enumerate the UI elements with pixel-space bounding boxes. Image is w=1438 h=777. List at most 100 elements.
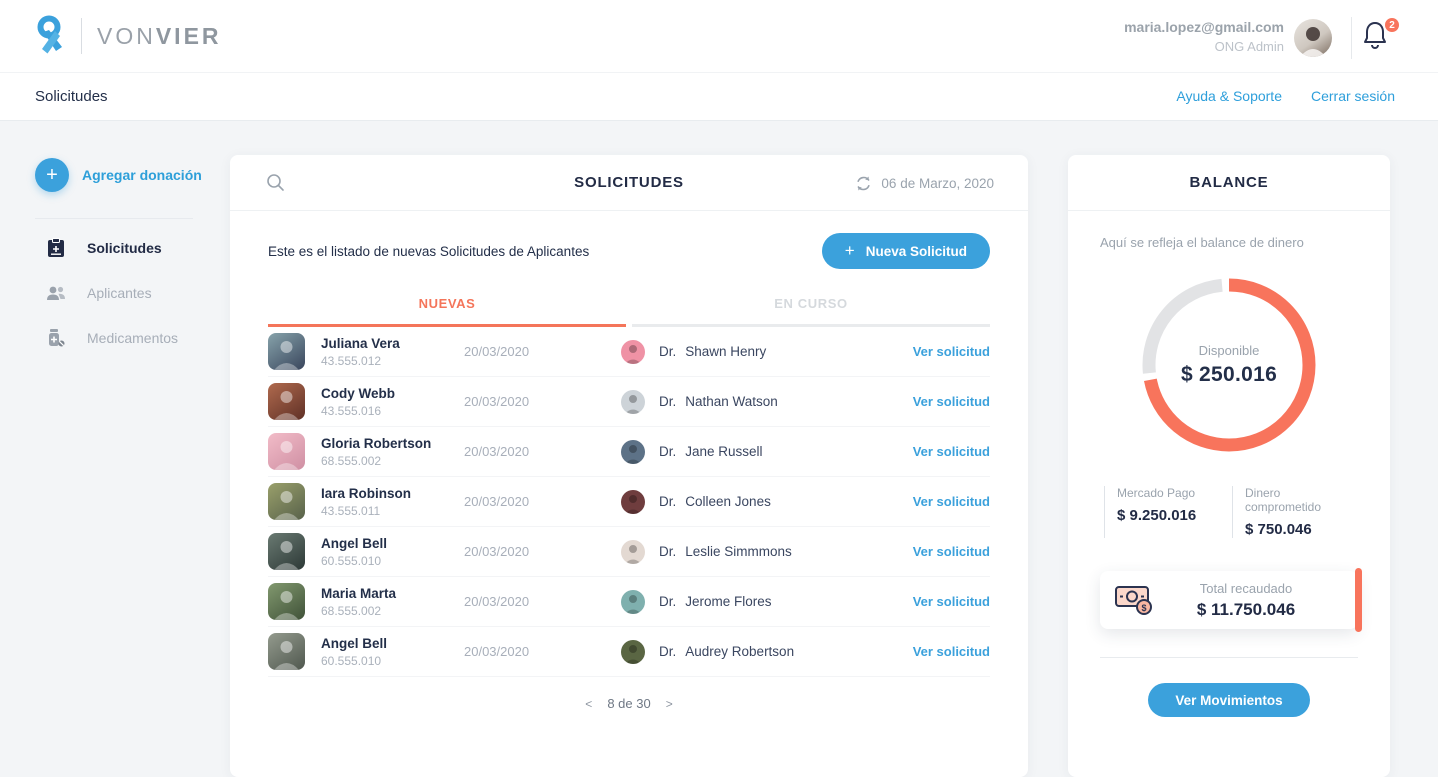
account-info: maria.lopez@gmail.com ONG Admin bbox=[1124, 19, 1284, 54]
sidebar-divider bbox=[35, 218, 193, 219]
add-donation-button[interactable]: + Agregar donación bbox=[35, 158, 202, 192]
view-request-link[interactable]: Ver solicitud bbox=[913, 494, 990, 509]
sidebar-menu: Solicitudes Aplicantes Medicamentos bbox=[46, 236, 178, 350]
logo-divider bbox=[81, 18, 82, 54]
donut-value: $ 250.016 bbox=[1180, 363, 1278, 386]
sub-header: Solicitudes Ayuda & Soporte Cerrar sesió… bbox=[0, 72, 1438, 120]
panel-date: 06 de Marzo, 2020 bbox=[881, 175, 994, 191]
stat-dinero-comprometido: Dinero comprometido $ 750.046 bbox=[1232, 486, 1358, 538]
ribbon-logo-icon bbox=[37, 15, 62, 54]
breadcrumb: Solicitudes bbox=[35, 88, 108, 105]
applicant-id: 43.555.012 bbox=[321, 353, 382, 368]
solicitudes-panel: SOLICITUDES 06 de Marzo, 2020 Este es el… bbox=[230, 155, 1028, 777]
doctor-prefix: Dr. bbox=[659, 494, 677, 509]
sidebar-item-medicamentos[interactable]: Medicamentos bbox=[46, 326, 178, 350]
applicant-id: 60.555.010 bbox=[321, 553, 382, 568]
tabs: NUEVAS EN CURSO bbox=[268, 296, 990, 327]
request-date: 20/03/2020 bbox=[464, 544, 530, 559]
applicant-avatar bbox=[268, 533, 305, 570]
pagination: < 8 de 30 > bbox=[268, 696, 990, 711]
solicitudes-panel-header: SOLICITUDES 06 de Marzo, 2020 bbox=[230, 155, 1028, 211]
list-subtitle: Este es el listado de nuevas Solicitudes… bbox=[268, 243, 590, 259]
applicant-name: Cody Webb bbox=[321, 385, 395, 401]
new-solicitud-button[interactable]: + Nueva Solicitud bbox=[821, 233, 990, 269]
request-date: 20/03/2020 bbox=[464, 494, 530, 509]
tab-nuevas[interactable]: NUEVAS bbox=[268, 296, 626, 327]
doctor-name: Jerome Flores bbox=[685, 594, 772, 609]
view-request-link[interactable]: Ver solicitud bbox=[913, 594, 990, 609]
refresh-icon[interactable] bbox=[855, 175, 872, 192]
doctor-prefix: Dr. bbox=[659, 594, 677, 609]
people-icon bbox=[46, 284, 66, 302]
svg-text:$: $ bbox=[1141, 603, 1146, 613]
applicant-id: 68.555.002 bbox=[321, 603, 382, 618]
balance-donut-chart: Disponible $ 250.016 bbox=[1140, 276, 1318, 454]
request-date: 20/03/2020 bbox=[464, 344, 530, 359]
doctor-avatar bbox=[621, 389, 645, 414]
doctor-avatar bbox=[621, 639, 645, 664]
plus-icon: + bbox=[35, 158, 69, 192]
doctor-avatar bbox=[621, 439, 645, 464]
user-role: ONG Admin bbox=[1214, 39, 1284, 54]
table-row: Angel Bell 60.555.010 20/03/2020 Dr. Audr… bbox=[268, 627, 990, 677]
doctor-name: Jane Russell bbox=[685, 444, 763, 459]
pagination-prev[interactable]: < bbox=[585, 697, 592, 711]
applicant-id: 43.555.016 bbox=[321, 403, 382, 418]
money-icon: $ bbox=[1114, 583, 1166, 617]
balance-stats: Mercado Pago $ 9.250.016 Dinero comprome… bbox=[1104, 486, 1358, 538]
sidebar-item-label: Medicamentos bbox=[87, 330, 179, 346]
doctor-name: Nathan Watson bbox=[685, 394, 778, 409]
request-date: 20/03/2020 bbox=[464, 644, 530, 659]
applicant-name: Angel Bell bbox=[321, 635, 388, 651]
pagination-next[interactable]: > bbox=[666, 697, 673, 711]
header-divider bbox=[1351, 17, 1352, 59]
table-row: Juliana Vera 43.555.012 20/03/2020 Dr. Sh… bbox=[268, 327, 990, 377]
table-row: Angel Bell 60.555.010 20/03/2020 Dr. Lesl… bbox=[268, 527, 990, 577]
table-row: Iara Robinson 43.555.011 20/03/2020 Dr. C… bbox=[268, 477, 990, 527]
sidebar-item-solicitudes[interactable]: Solicitudes bbox=[46, 236, 178, 260]
help-link[interactable]: Ayuda & Soporte bbox=[1176, 88, 1282, 104]
applicant-name: Angel Bell bbox=[321, 535, 388, 551]
table-row: Gloria Robertson 68.555.002 20/03/2020 D… bbox=[268, 427, 990, 477]
request-date: 20/03/2020 bbox=[464, 594, 530, 609]
doctor-avatar bbox=[621, 339, 645, 364]
applicant-avatar bbox=[268, 583, 305, 620]
tab-en-curso[interactable]: EN CURSO bbox=[632, 296, 990, 327]
logout-link[interactable]: Cerrar sesión bbox=[1311, 88, 1395, 104]
plus-icon: + bbox=[844, 241, 855, 260]
brand-logo: VONVIER bbox=[34, 15, 222, 57]
view-request-link[interactable]: Ver solicitud bbox=[913, 544, 990, 559]
doctor-name: Colleen Jones bbox=[685, 494, 771, 509]
applicant-avatar bbox=[268, 633, 305, 670]
applicant-id: 68.555.002 bbox=[321, 453, 382, 468]
avatar[interactable] bbox=[1294, 19, 1332, 57]
ver-movimientos-button[interactable]: Ver Movimientos bbox=[1148, 683, 1310, 717]
sidebar-item-aplicantes[interactable]: Aplicantes bbox=[46, 281, 178, 305]
view-request-link[interactable]: Ver solicitud bbox=[913, 444, 990, 459]
balance-subtitle: Aquí se refleja el balance de dinero bbox=[1100, 235, 1304, 250]
balance-title: BALANCE bbox=[1189, 174, 1269, 191]
view-request-link[interactable]: Ver solicitud bbox=[913, 644, 990, 659]
search-icon[interactable] bbox=[266, 173, 285, 197]
sidebar: + Agregar donación Solicitudes Aplicante… bbox=[0, 120, 230, 777]
applicant-id: 60.555.010 bbox=[321, 653, 382, 668]
view-request-link[interactable]: Ver solicitud bbox=[913, 344, 990, 359]
request-date: 20/03/2020 bbox=[464, 444, 530, 459]
sidebar-item-label: Aplicantes bbox=[87, 285, 152, 301]
table-row: Cody Webb 43.555.016 20/03/2020 Dr. Natha… bbox=[268, 377, 990, 427]
doctor-avatar bbox=[621, 489, 645, 514]
balance-panel: BALANCE Aquí se refleja el balance de di… bbox=[1068, 155, 1390, 777]
doctor-prefix: Dr. bbox=[659, 444, 677, 459]
view-request-link[interactable]: Ver solicitud bbox=[913, 394, 990, 409]
brand-name: VONVIER bbox=[97, 22, 222, 49]
sidebar-item-label: Solicitudes bbox=[87, 240, 162, 256]
applicant-id: 43.555.011 bbox=[321, 503, 381, 518]
doctor-avatar bbox=[621, 539, 645, 564]
doctor-prefix: Dr. bbox=[659, 394, 677, 409]
applicant-avatar bbox=[268, 433, 305, 470]
solicitudes-list: Juliana Vera 43.555.012 20/03/2020 Dr. Sh… bbox=[268, 327, 990, 677]
notifications-bell[interactable]: 2 bbox=[1362, 16, 1401, 56]
doctor-name: Shawn Henry bbox=[685, 344, 767, 359]
applicant-name: Maria Marta bbox=[321, 585, 397, 601]
pagination-label: 8 de 30 bbox=[607, 696, 651, 711]
